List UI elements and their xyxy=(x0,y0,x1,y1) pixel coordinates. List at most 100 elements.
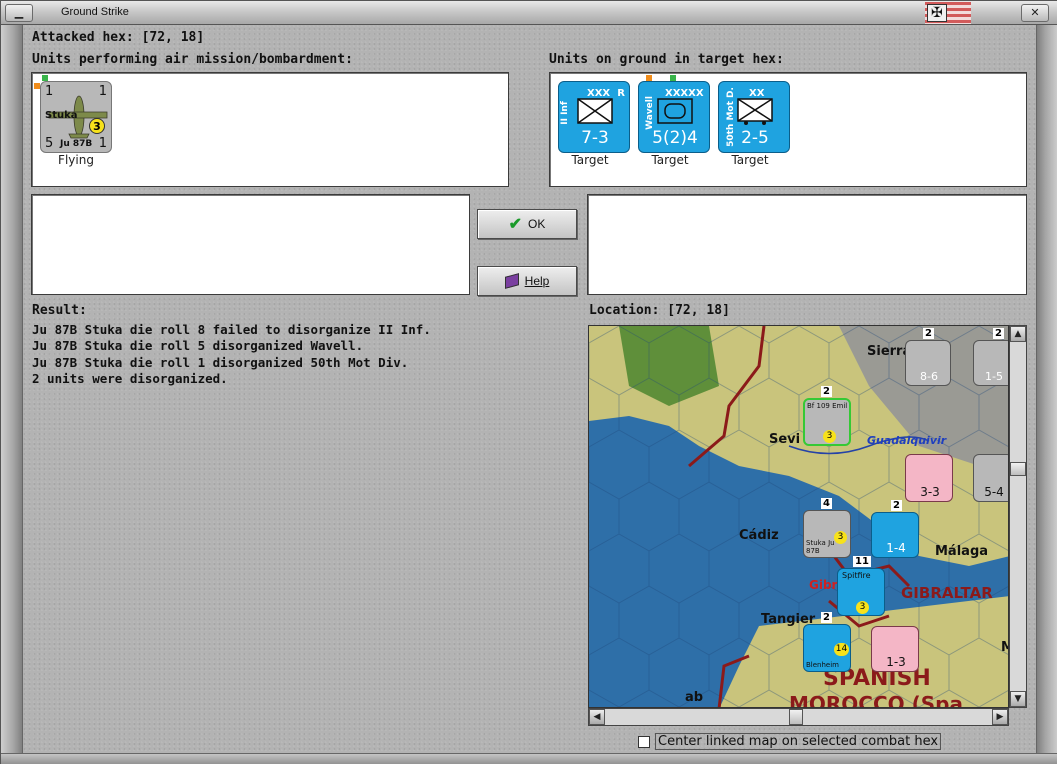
checkmark-icon: ✔ xyxy=(508,216,523,233)
targets-panel: XXX R II Inf 7-3 Target XXXXX Wavell 5(2… xyxy=(549,72,1027,187)
mot-value: 2-5 xyxy=(741,128,769,148)
map-label: Guadalquivir xyxy=(867,434,947,447)
mot-status: Target xyxy=(731,153,769,167)
ok-button-label: OK xyxy=(528,217,546,231)
map-label: M xyxy=(1001,640,1008,655)
window-title: Ground Strike xyxy=(61,6,129,18)
map-stack-count: 2 xyxy=(821,612,832,623)
map-label: ab xyxy=(685,690,704,705)
help-book-icon xyxy=(504,273,519,289)
targets-label: Units on ground in target hex: xyxy=(549,52,784,67)
ground-strike-window: ▁ Ground Strike ✠ ✕ Attacked hex: [72, 1… xyxy=(0,0,1057,764)
stuka-badge: 3 xyxy=(89,118,105,134)
map-counter[interactable]: 8-6 xyxy=(905,340,951,386)
map-counter[interactable]: Spitfire 3 xyxy=(837,568,885,616)
result-line: Ju 87B Stuka die roll 5 disorganized Wav… xyxy=(32,338,364,354)
status-dot-orange xyxy=(34,83,40,89)
armor-symbol-icon xyxy=(657,98,693,124)
result-line: Ju 87B Stuka die roll 8 failed to disorg… xyxy=(32,322,431,337)
map-counter[interactable]: Bf 109 Emil 3 xyxy=(803,398,851,446)
help-button-label: Help xyxy=(524,274,550,288)
ok-button[interactable]: ✔ OK xyxy=(477,209,577,239)
map-counter[interactable]: Stuka Ju 87B 3 xyxy=(803,510,851,558)
ii-inf-status: Target xyxy=(571,153,609,167)
stuka-top-left: 1 xyxy=(45,84,54,99)
attacked-hex-value: [72, 18] xyxy=(141,30,205,45)
map-counter-value: 3-3 xyxy=(920,485,940,499)
map-horizontal-scrollbar[interactable]: ◀ ▶ xyxy=(588,708,1009,726)
map-stack-count: 2 xyxy=(891,500,902,511)
status-dot-green xyxy=(42,75,48,81)
map-counter-value: 1-4 xyxy=(886,541,906,555)
close-button[interactable]: ✕ xyxy=(1021,4,1049,22)
attacker-details-panel xyxy=(31,194,470,295)
map-label: Cádiz xyxy=(739,528,779,543)
map-counter[interactable]: 1-3 xyxy=(871,626,919,672)
stuka-status: Flying xyxy=(58,153,94,167)
center-map-label[interactable]: Center linked map on selected combat hex xyxy=(655,733,942,750)
vertical-scroll-thumb[interactable] xyxy=(1010,462,1026,476)
attacked-hex-caption: Attacked hex: xyxy=(32,30,134,45)
window-frame-right xyxy=(1036,25,1057,764)
map-stack-count: 4 xyxy=(821,498,832,509)
map-counter-value: 1-5 xyxy=(985,370,1003,383)
wavell-value: 5(2)4 xyxy=(652,128,698,148)
map-counter[interactable]: Blenheim 14 xyxy=(803,624,851,672)
target-details-panel xyxy=(587,194,1027,295)
map-counter-badge: 3 xyxy=(834,531,847,544)
center-map-checkbox[interactable] xyxy=(638,735,650,748)
result-line: 2 units were disorganized. xyxy=(32,371,228,387)
stuka-model: Ju 87B xyxy=(60,139,93,149)
ii-inf-value: 7-3 xyxy=(581,128,609,148)
result-line: Ju 87B Stuka die roll 1 disorganized 50t… xyxy=(32,354,409,370)
stuka-bottom-right: 1 xyxy=(98,136,107,151)
map-label: MOROCCO (Spa xyxy=(789,692,963,708)
result-text: Ju 87B Stuka die roll 8 failed to disorg… xyxy=(32,322,431,388)
target-counter-ii-inf[interactable]: XXX R II Inf 7-3 xyxy=(558,81,630,153)
attacked-hex-label: Attacked hex: [72, 18] xyxy=(32,30,204,45)
window-frame-left xyxy=(1,25,23,764)
stuka-name: Stuka xyxy=(45,110,78,121)
iron-cross-icon: ✠ xyxy=(927,4,947,22)
scroll-left-icon[interactable]: ◀ xyxy=(589,709,605,725)
map-label: Málaga xyxy=(935,544,989,559)
system-menu-button[interactable]: ▁ xyxy=(5,4,33,22)
scroll-up-icon[interactable]: ▲ xyxy=(1010,326,1026,342)
location-label: Location: [72, 18] xyxy=(589,303,730,318)
attacker-counter-stuka[interactable]: 1 1 Stuka 3 5 Ju 87B 1 xyxy=(40,81,112,153)
result-label: Result: xyxy=(32,303,87,318)
map-counter-value: Blenheim xyxy=(806,661,839,669)
map-vertical-scrollbar[interactable]: ▲ ▼ xyxy=(1009,325,1027,708)
scroll-down-icon[interactable]: ▼ xyxy=(1010,691,1026,707)
ii-inf-corner: R xyxy=(617,88,625,99)
infantry-symbol-icon xyxy=(577,98,613,124)
map-stack-count: 2 xyxy=(821,386,832,397)
target-counter-wavell[interactable]: XXXXX Wavell 5(2)4 xyxy=(638,81,710,153)
map-counter[interactable]: 3-3 xyxy=(905,454,953,502)
title-bar[interactable]: ▁ Ground Strike ✠ ✕ xyxy=(1,1,1057,25)
target-counter-50th-mot[interactable]: XX 50th Mot D. 2-5 xyxy=(718,81,790,153)
map-counter[interactable]: 5-4 xyxy=(973,454,1008,502)
map-counter-badge: 3 xyxy=(856,601,869,614)
horizontal-scroll-thumb[interactable] xyxy=(789,709,803,725)
wavell-status: Target xyxy=(651,153,689,167)
attackers-label: Units performing air mission/bombardment… xyxy=(32,52,353,67)
window-frame-bottom xyxy=(1,753,1057,764)
map-counter[interactable]: 1-5 xyxy=(973,340,1008,386)
nation-flag-icon: ✠ xyxy=(925,2,971,24)
map-counter-value: 5-4 xyxy=(984,485,1004,499)
map-stack-count: 11 xyxy=(853,556,871,567)
location-caption: Location: xyxy=(589,303,660,318)
motorized-infantry-symbol-icon xyxy=(737,98,773,125)
map-label: Sevi xyxy=(769,432,801,447)
location-value: [72, 18] xyxy=(667,303,730,318)
map-counter-value: 8-6 xyxy=(920,370,938,383)
map-label: Gibr xyxy=(809,578,838,592)
scroll-right-icon[interactable]: ▶ xyxy=(992,709,1008,725)
help-button[interactable]: Help xyxy=(477,266,577,296)
mini-map[interactable]: Sierra Sevi Guadalquivir Cádiz Málaga Gi… xyxy=(588,325,1009,708)
map-counter[interactable]: 1-4 xyxy=(871,512,919,558)
ii-inf-name: II Inf xyxy=(559,101,570,125)
map-counter-value: 1-3 xyxy=(886,655,906,669)
center-map-option[interactable]: Center linked map on selected combat hex xyxy=(638,733,942,750)
